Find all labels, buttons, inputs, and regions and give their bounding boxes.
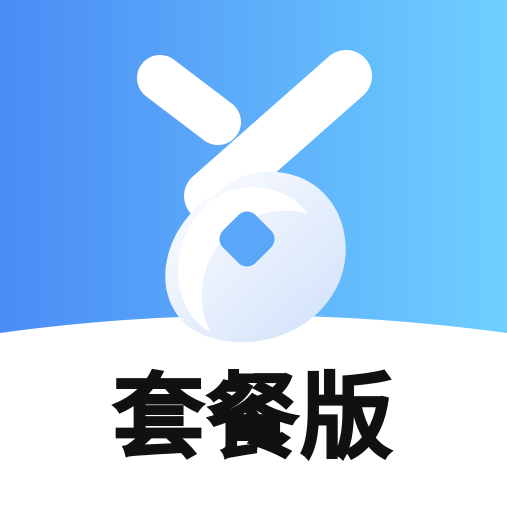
app-icon: 套餐版 — [0, 0, 507, 507]
app-caption: 套餐版 — [111, 364, 395, 471]
